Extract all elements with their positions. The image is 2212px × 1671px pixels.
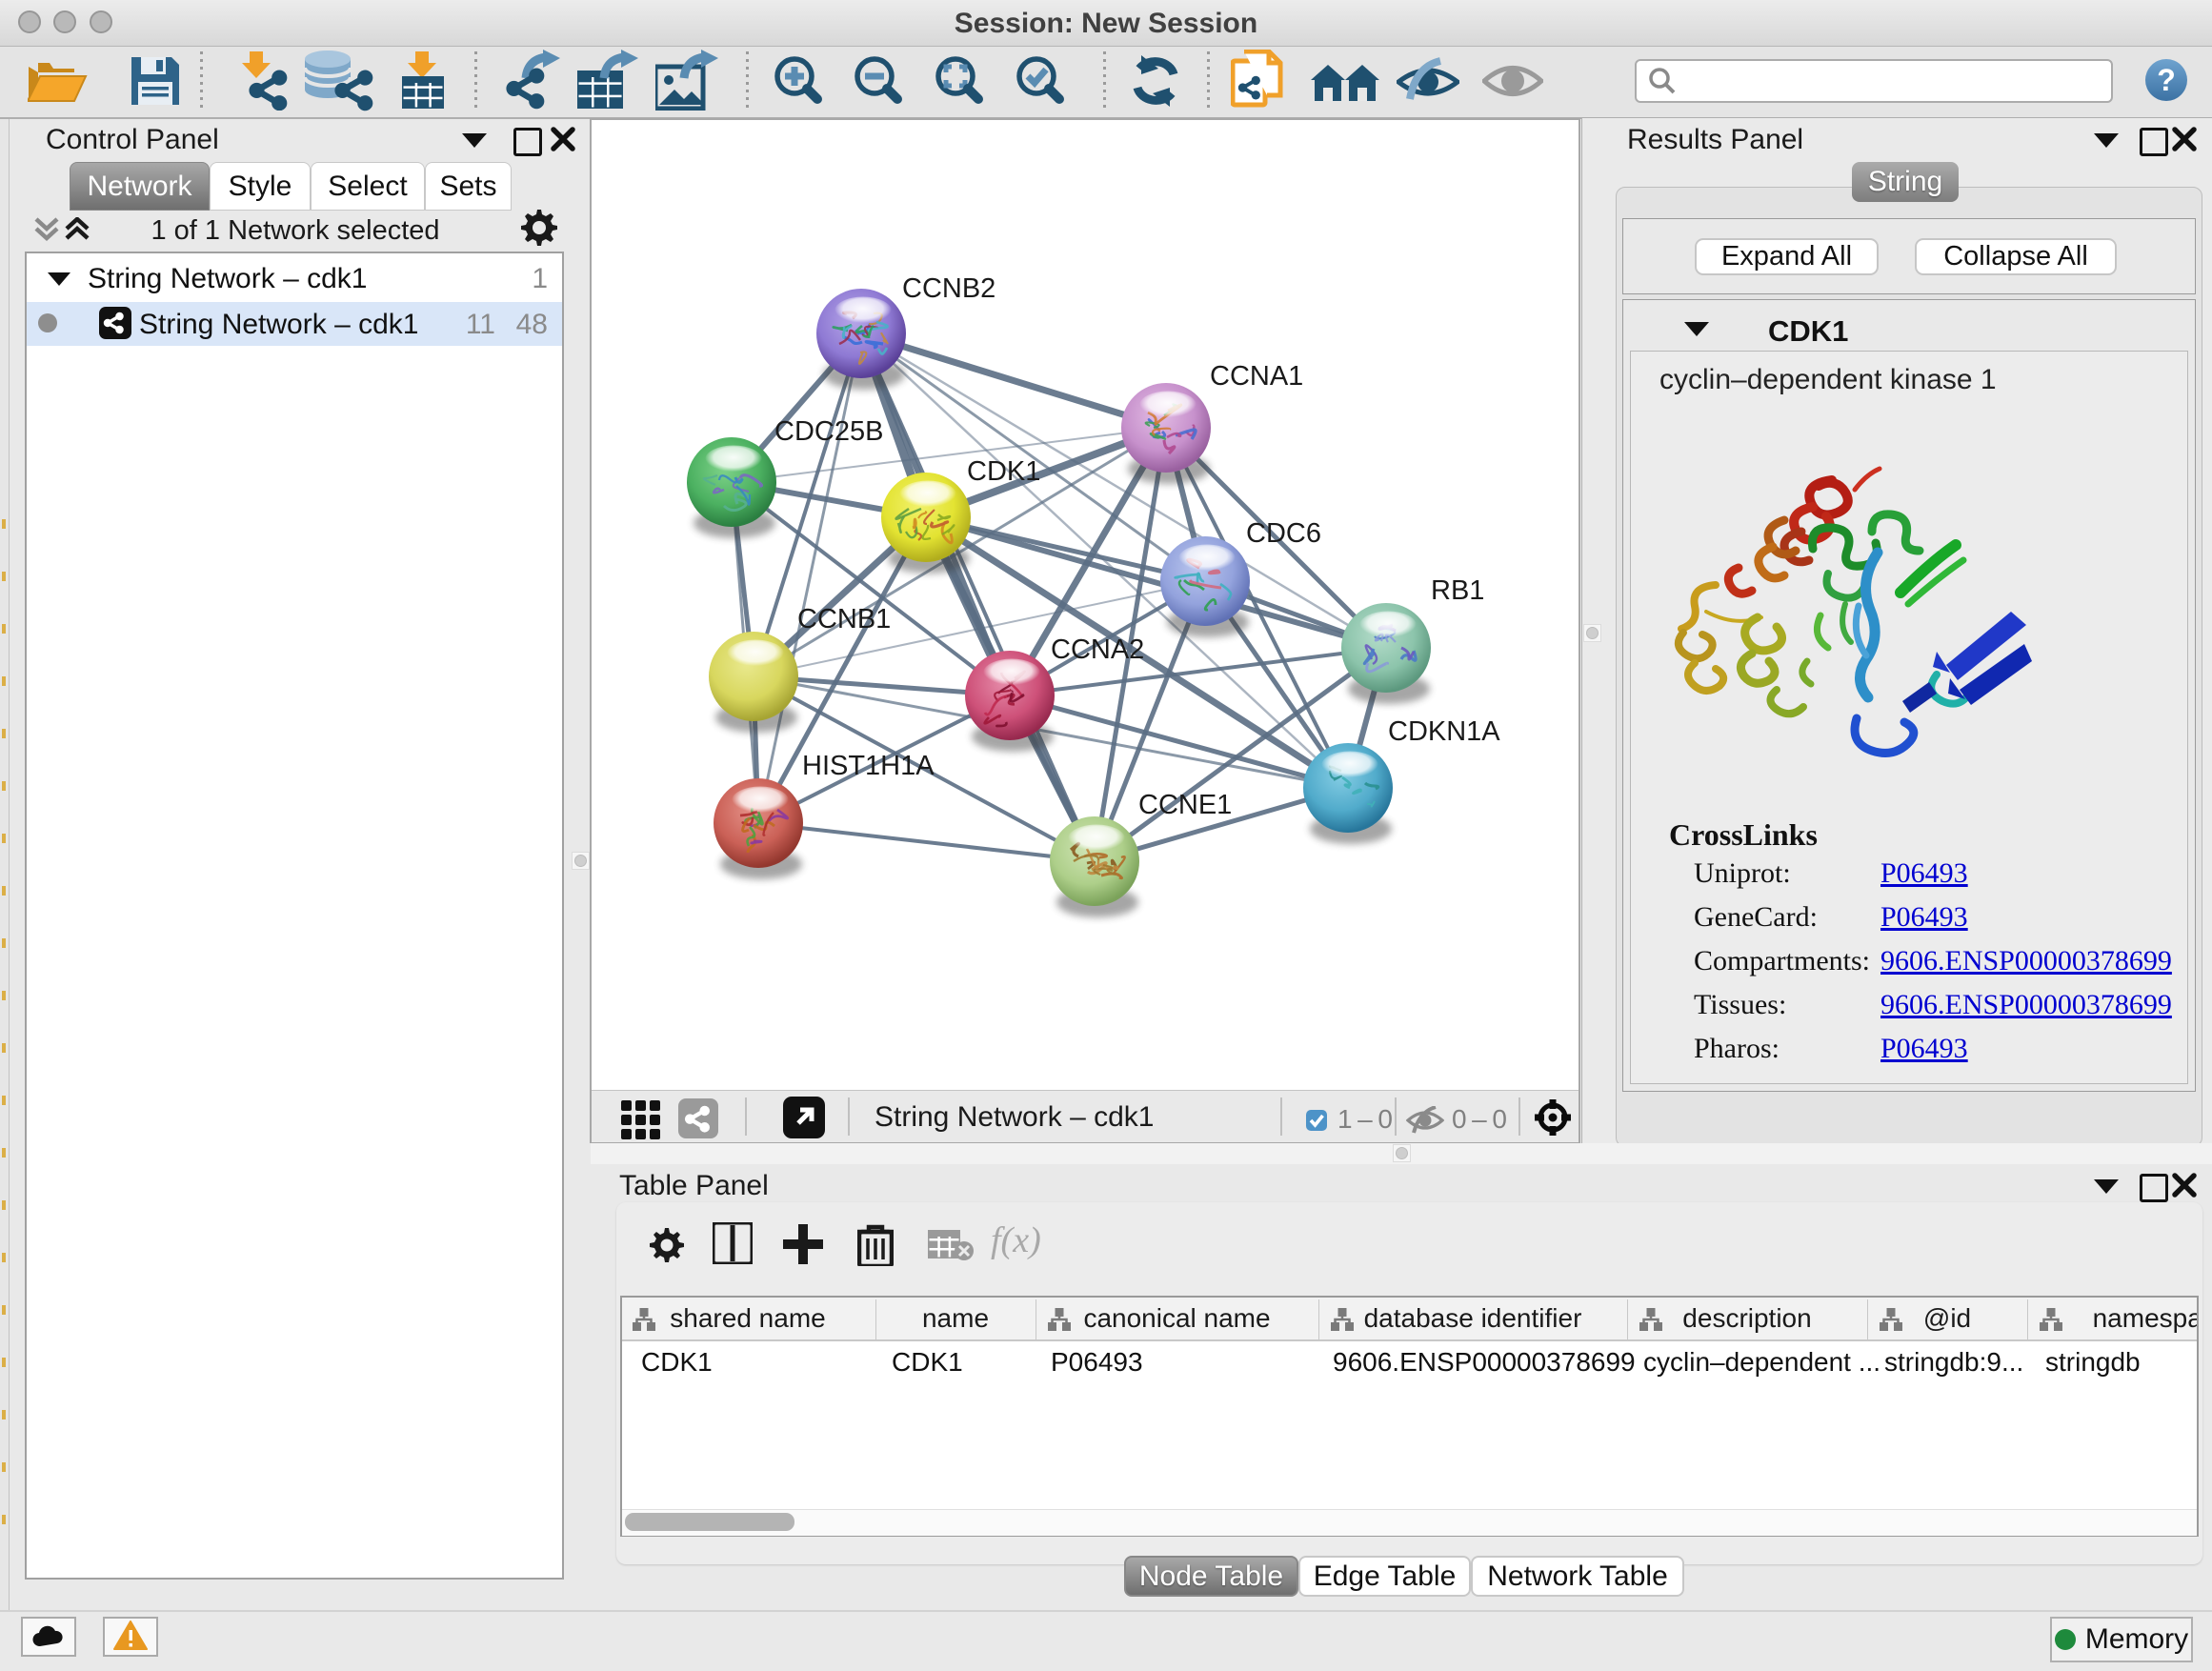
- svg-text:CCNE1: CCNE1: [1138, 790, 1232, 820]
- svg-text:CDC6: CDC6: [1246, 518, 1321, 549]
- svg-text:CCNA1: CCNA1: [1210, 361, 1303, 392]
- svg-text:CCNB1: CCNB1: [797, 604, 891, 634]
- svg-text:CCNB2: CCNB2: [902, 273, 995, 304]
- svg-text:CDC25B: CDC25B: [774, 416, 883, 447]
- svg-text:CCNA2: CCNA2: [1051, 634, 1144, 665]
- svg-text:CDKN1A: CDKN1A: [1388, 716, 1500, 747]
- svg-text:RB1: RB1: [1431, 575, 1484, 606]
- svg-text:CDK1: CDK1: [967, 456, 1040, 487]
- svg-text:HIST1H1A: HIST1H1A: [802, 751, 935, 781]
